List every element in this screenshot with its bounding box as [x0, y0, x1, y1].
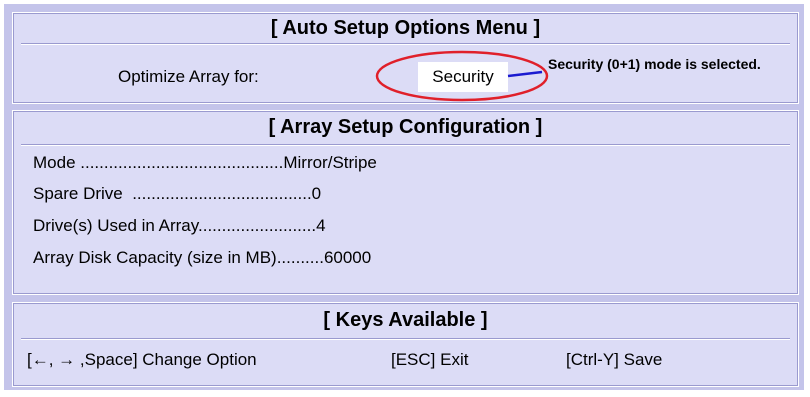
callout-note: Security (0+1) mode is selected.: [548, 56, 761, 72]
auto-setup-panel: [ Auto Setup Options Menu ] Optimize Arr…: [12, 12, 799, 104]
optimize-array-label: Optimize Array for:: [118, 67, 259, 86]
optimize-array-value[interactable]: Security: [418, 62, 508, 92]
save-key: [Ctrl-Y] Save: [566, 350, 663, 369]
spare-drive-row: Spare Drive ............................…: [33, 184, 322, 203]
keys-panel: [ Keys Available ] [←, → ,Space] Change …: [12, 302, 799, 387]
array-config-panel: [ Array Setup Configuration ] Mode .....…: [12, 110, 799, 295]
mode-row: Mode ...................................…: [33, 153, 377, 172]
bios-window: [ Auto Setup Options Menu ] Optimize Arr…: [4, 4, 804, 390]
divider: [21, 338, 790, 340]
exit-key: [ESC] Exit: [391, 350, 469, 369]
keys-title: [ Keys Available ]: [323, 309, 488, 331]
divider: [21, 144, 790, 146]
capacity-row: Array Disk Capacity (size in MB)........…: [33, 248, 372, 267]
change-option-key: [←, → ,Space] Change Option: [27, 350, 257, 369]
drives-used-row: Drive(s) Used in Array..................…: [33, 216, 326, 235]
divider: [21, 43, 790, 45]
auto-setup-title: [ Auto Setup Options Menu ]: [270, 17, 541, 39]
array-config-title: [ Array Setup Configuration ]: [268, 116, 543, 138]
